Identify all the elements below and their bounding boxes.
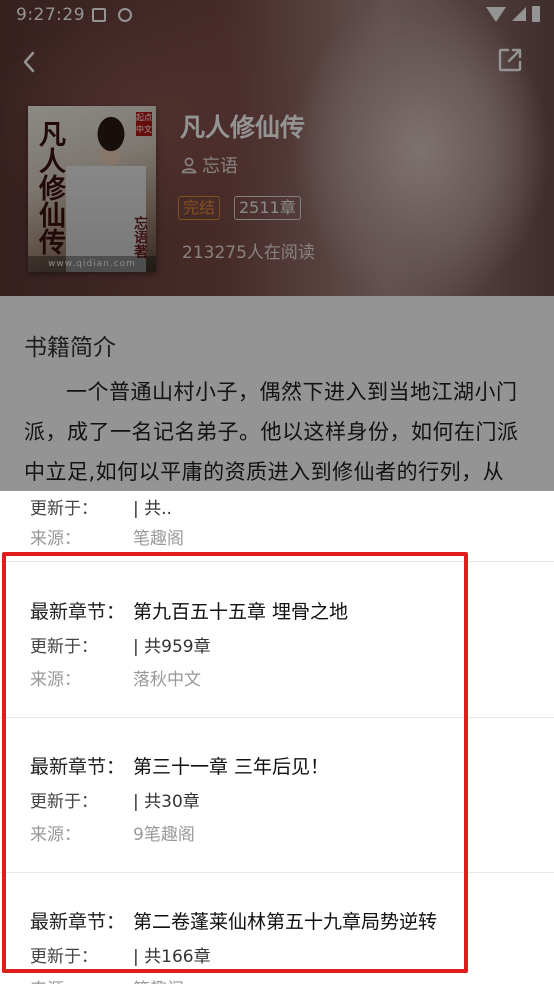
latest-chapter-title: 第二卷蓬莱仙林第五十九章局势逆转 <box>133 911 438 933</box>
updated-value: | 共.. <box>133 499 172 519</box>
updated-label: 更新于： <box>30 637 98 657</box>
source-label: 来源： <box>30 975 81 984</box>
source-item[interactable]: 最新章节： 第二卷蓬莱仙林第五十九章局势逆转 更新于： | 共166章 来源： … <box>0 872 554 984</box>
source-item[interactable]: 最新章节： 第三十一章 三年后见！ 更新于： | 共30章 来源： 9笔趣阁 <box>0 717 554 873</box>
updated-label: 更新于： <box>30 947 98 967</box>
source-label: 来源： <box>30 529 81 549</box>
latest-chapter-title: 第九百五十五章 埋骨之地 <box>133 601 349 623</box>
source-name: 落秋中文 <box>133 670 201 690</box>
source-item[interactable]: 更新于： | 共.. 来源： 笔趣阁 <box>0 491 554 562</box>
source-item[interactable]: 最新章节： 第九百五十五章 埋骨之地 更新于： | 共959章 来源： 落秋中文 <box>0 562 554 718</box>
updated-value: | 共959章 <box>133 637 211 657</box>
source-name: 笔趣阁 <box>133 529 184 549</box>
latest-chapter-label: 最新章节： <box>30 756 126 778</box>
latest-chapter-label: 最新章节： <box>30 911 126 933</box>
updated-value: | 共30章 <box>133 792 200 812</box>
updated-label: 更新于： <box>30 499 98 519</box>
updated-value: | 共166章 <box>133 947 211 967</box>
latest-chapter-title: 第三十一章 三年后见！ <box>133 756 330 778</box>
source-picker-sheet: 更新于： | 共.. 来源： 笔趣阁 最新章节： 第九百五十五章 埋骨之地 更新… <box>0 491 554 984</box>
source-label: 来源： <box>30 825 81 845</box>
source-label: 来源： <box>30 670 81 690</box>
source-name: 9笔趣阁 <box>133 825 195 845</box>
updated-label: 更新于： <box>30 792 98 812</box>
source-name: 笔趣阁 <box>133 975 184 984</box>
latest-chapter-label: 最新章节： <box>30 601 126 623</box>
